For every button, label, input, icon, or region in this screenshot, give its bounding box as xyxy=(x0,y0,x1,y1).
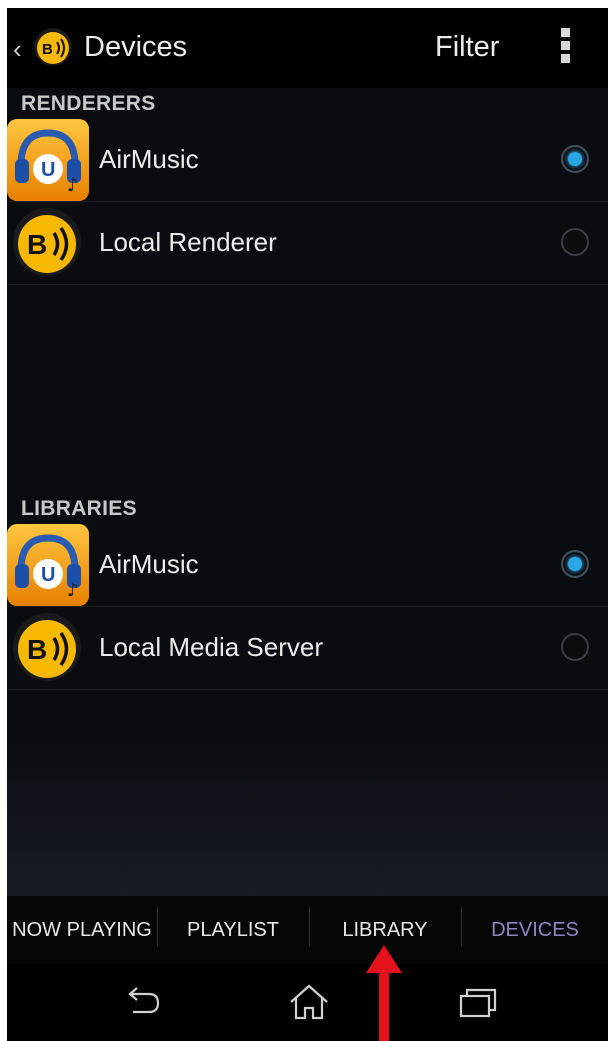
page-title: Devices xyxy=(84,31,188,63)
svg-text:U: U xyxy=(41,564,55,586)
overflow-menu-icon[interactable] xyxy=(557,28,573,68)
svg-text:B: B xyxy=(42,41,53,58)
tab-devices[interactable]: DEVICES xyxy=(462,896,608,964)
tab-now-playing[interactable]: NOW PLAYING xyxy=(7,896,157,964)
device-name: Local Renderer xyxy=(99,227,277,257)
bubbleupnp-logo-icon[interactable]: B xyxy=(33,27,73,67)
devices-screen: ‹ B Devices Filter RENDERERS U ♪ AirMusi… xyxy=(7,8,608,1041)
back-icon[interactable] xyxy=(117,982,167,1022)
renderers-section-header: RENDERERS xyxy=(21,92,156,115)
renderer-item-airmusic[interactable]: U ♪ AirMusic xyxy=(7,119,608,202)
libraries-section-header: LIBRARIES xyxy=(21,497,137,520)
library-radio-unselected[interactable] xyxy=(561,633,589,661)
bubbleupnp-logo-icon: B xyxy=(13,613,81,681)
tab-playlist[interactable]: PLAYLIST xyxy=(158,896,308,964)
svg-text:B: B xyxy=(27,634,47,665)
device-name: AirMusic xyxy=(99,144,199,174)
filter-button[interactable]: Filter xyxy=(435,30,499,64)
library-item-airmusic[interactable]: U ♪ AirMusic xyxy=(7,524,608,607)
device-name: Local Media Server xyxy=(99,632,323,662)
bubbleupnp-logo-icon: B xyxy=(13,208,81,276)
annotation-arrow-icon xyxy=(366,945,402,1041)
system-navigation-bar xyxy=(7,964,608,1041)
action-bar: ‹ B Devices Filter xyxy=(7,8,608,88)
renderer-item-local-renderer[interactable]: B Local Renderer xyxy=(7,202,608,285)
recent-apps-icon[interactable] xyxy=(453,982,503,1022)
airmusic-headphones-icon: U ♪ xyxy=(7,524,89,606)
bottom-tab-bar: NOW PLAYING PLAYLIST LIBRARY DEVICES xyxy=(7,896,608,964)
device-name: AirMusic xyxy=(99,549,199,579)
up-navigation-icon[interactable]: ‹ xyxy=(13,34,22,64)
svg-text:♪: ♪ xyxy=(67,580,79,601)
airmusic-headphones-icon: U ♪ xyxy=(7,119,89,201)
svg-text:U: U xyxy=(41,159,55,181)
library-item-local-media-server[interactable]: B Local Media Server xyxy=(7,607,608,690)
svg-text:B: B xyxy=(27,229,47,260)
renderer-radio-selected[interactable] xyxy=(561,145,589,173)
home-icon[interactable] xyxy=(284,982,334,1022)
svg-text:♪: ♪ xyxy=(67,175,79,196)
library-radio-selected[interactable] xyxy=(561,550,589,578)
background-glow xyxy=(7,728,608,898)
renderer-radio-unselected[interactable] xyxy=(561,228,589,256)
